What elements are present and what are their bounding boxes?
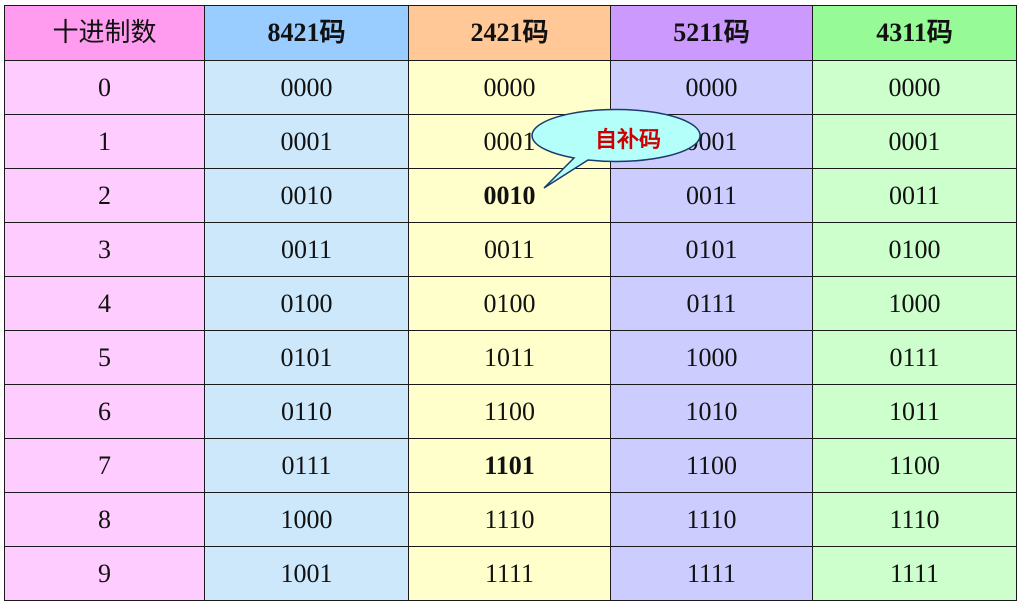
cell-decimal: 9 xyxy=(4,546,205,601)
cell-2421: 1011 xyxy=(408,330,611,385)
cell-8421: 0011 xyxy=(204,222,409,277)
cell-8421: 0110 xyxy=(204,384,409,439)
cell-2421: 1100 xyxy=(408,384,611,439)
header-2421: 2421码 xyxy=(408,5,611,61)
cell-5211: 1110 xyxy=(610,492,813,547)
header-row: 十进制数 8421码 2421码 5211码 4311码 xyxy=(4,5,1017,61)
cell-5211: 1000 xyxy=(610,330,813,385)
cell-4311: 0000 xyxy=(812,60,1017,115)
cell-2421: 0000 xyxy=(408,60,611,115)
cell-4311: 1000 xyxy=(812,276,1017,331)
cell-4311: 0100 xyxy=(812,222,1017,277)
bcd-code-table: 十进制数 8421码 2421码 5211码 4311码 0 0000 0000… xyxy=(4,5,1017,601)
table-row: 6 0110 1100 1010 1011 xyxy=(4,384,1017,439)
cell-decimal: 0 xyxy=(4,60,205,115)
header-4311: 4311码 xyxy=(812,5,1017,61)
cell-4311: 0011 xyxy=(812,168,1017,223)
table-row: 7 0111 1101 1100 1100 xyxy=(4,438,1017,493)
cell-2421: 0011 xyxy=(408,222,611,277)
cell-decimal: 5 xyxy=(4,330,205,385)
cell-4311: 1111 xyxy=(812,546,1017,601)
cell-5211: 1010 xyxy=(610,384,813,439)
cell-2421-highlighted: 0010 xyxy=(408,168,611,223)
cell-5211: 0011 xyxy=(610,168,813,223)
cell-decimal: 3 xyxy=(4,222,205,277)
table-row: 2 0010 0010 0011 0011 xyxy=(4,168,1017,223)
table-row: 8 1000 1110 1110 1110 xyxy=(4,492,1017,547)
table-row: 4 0100 0100 0111 1000 xyxy=(4,276,1017,331)
cell-5211: 0111 xyxy=(610,276,813,331)
cell-8421: 0101 xyxy=(204,330,409,385)
header-8421: 8421码 xyxy=(204,5,409,61)
cell-8421: 0100 xyxy=(204,276,409,331)
header-5211: 5211码 xyxy=(610,5,813,61)
cell-8421: 1000 xyxy=(204,492,409,547)
cell-decimal: 8 xyxy=(4,492,205,547)
table-row: 9 1001 1111 1111 1111 xyxy=(4,546,1017,601)
table-row: 1 0001 0001 0001 0001 xyxy=(4,114,1017,169)
cell-4311: 0001 xyxy=(812,114,1017,169)
cell-4311: 0111 xyxy=(812,330,1017,385)
header-decimal: 十进制数 xyxy=(4,5,205,61)
cell-decimal: 4 xyxy=(4,276,205,331)
cell-5211: 1111 xyxy=(610,546,813,601)
cell-8421: 1001 xyxy=(204,546,409,601)
cell-decimal: 7 xyxy=(4,438,205,493)
cell-decimal: 6 xyxy=(4,384,205,439)
cell-8421: 0010 xyxy=(204,168,409,223)
cell-2421-highlighted: 1101 xyxy=(408,438,611,493)
cell-8421: 0111 xyxy=(204,438,409,493)
cell-2421: 1110 xyxy=(408,492,611,547)
cell-4311: 1011 xyxy=(812,384,1017,439)
cell-decimal: 2 xyxy=(4,168,205,223)
cell-5211: 0000 xyxy=(610,60,813,115)
cell-decimal: 1 xyxy=(4,114,205,169)
cell-2421: 1111 xyxy=(408,546,611,601)
cell-4311: 1110 xyxy=(812,492,1017,547)
cell-8421: 0000 xyxy=(204,60,409,115)
cell-5211: 0101 xyxy=(610,222,813,277)
cell-8421: 0001 xyxy=(204,114,409,169)
table-row: 0 0000 0000 0000 0000 xyxy=(4,60,1017,115)
cell-2421: 0100 xyxy=(408,276,611,331)
table-row: 5 0101 1011 1000 0111 xyxy=(4,330,1017,385)
callout-label: 自补码 xyxy=(594,128,661,153)
table-row: 3 0011 0011 0101 0100 xyxy=(4,222,1017,277)
cell-4311: 1100 xyxy=(812,438,1017,493)
cell-5211: 1100 xyxy=(610,438,813,493)
